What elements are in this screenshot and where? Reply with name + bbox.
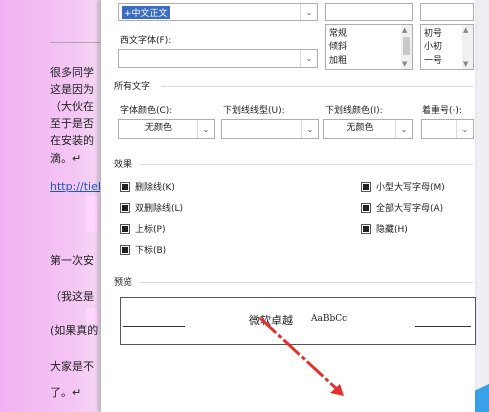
- annotation-arrow: [258, 316, 344, 396]
